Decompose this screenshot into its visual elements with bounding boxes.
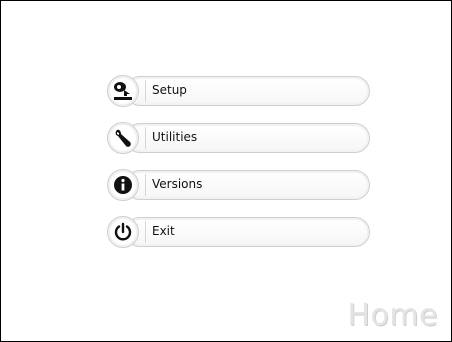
menu-item-setup[interactable]: Setup <box>107 75 370 107</box>
menu-item-label: Versions <box>152 177 203 191</box>
menu-item-label: Setup <box>152 83 187 97</box>
menu-item-utilities[interactable]: Utilities <box>107 122 370 154</box>
setup-icon[interactable] <box>107 75 139 107</box>
menu-item-label: Exit <box>152 224 175 238</box>
menu-item-exit[interactable]: Exit <box>107 216 370 248</box>
info-icon[interactable] <box>107 169 139 201</box>
home-screen: Setup Utilities Versions Exit Home <box>0 0 452 342</box>
menu-item-label: Utilities <box>152 130 198 144</box>
wrench-icon[interactable] <box>107 122 139 154</box>
menu-item-versions[interactable]: Versions <box>107 169 370 201</box>
page-title: Home <box>347 298 438 333</box>
main-menu: Setup Utilities Versions Exit <box>107 75 370 263</box>
power-icon[interactable] <box>107 216 139 248</box>
